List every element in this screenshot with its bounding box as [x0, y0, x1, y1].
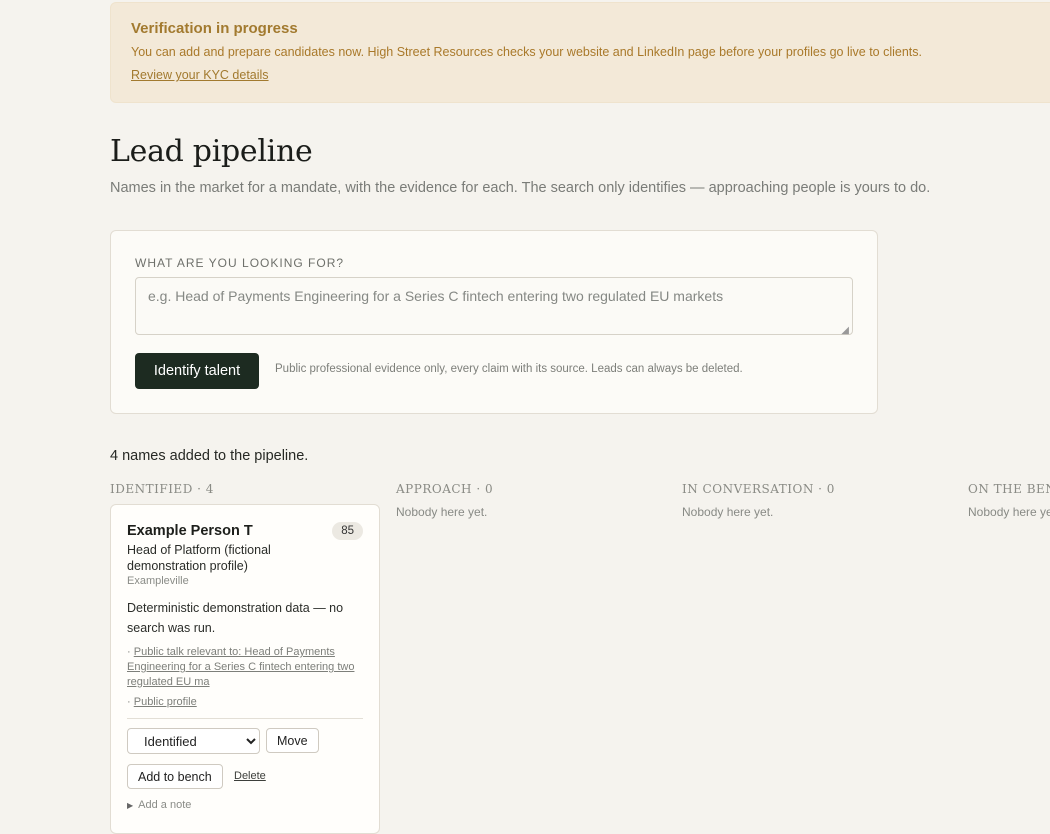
search-card: WHAT ARE YOU LOOKING FOR? ◢ Identify tal… — [110, 230, 878, 414]
column-empty-approach: Nobody here yet. — [396, 505, 488, 519]
lead-summary: Deterministic demonstration data — no se… — [127, 601, 344, 635]
page-subtitle: Names in the market for a mandate, with … — [110, 180, 931, 196]
add-to-bench-button[interactable]: Add to bench — [127, 764, 223, 789]
page-title: Lead pipeline — [110, 134, 313, 169]
banner-title: Verification in progress — [131, 20, 298, 37]
resize-grip-icon[interactable]: ◢ — [841, 325, 849, 336]
card-divider — [127, 718, 363, 719]
search-input[interactable] — [135, 277, 853, 335]
lead-name: Example Person T — [127, 523, 253, 539]
identify-talent-button[interactable]: Identify talent — [135, 353, 259, 389]
search-note: Public professional evidence only, every… — [275, 363, 743, 375]
lead-card: Example Person T 85 Head of Platform (fi… — [110, 504, 380, 834]
evidence-item: · Public talk relevant to: Head of Payme… — [127, 646, 355, 688]
review-kyc-link[interactable]: Review your KYC details — [131, 68, 269, 82]
score-badge: 85 — [332, 522, 363, 540]
search-label: WHAT ARE YOU LOOKING FOR? — [135, 256, 345, 270]
column-header-on-the-bench: ON THE BEN — [968, 482, 1050, 496]
column-empty-in-conversation: Nobody here yet. — [682, 505, 774, 519]
delete-link[interactable]: Delete — [234, 770, 266, 782]
lead-role: Head of Platform (fictional demonstratio… — [127, 543, 271, 573]
evidence-link[interactable]: Public talk relevant to: Head of Payment… — [127, 646, 354, 688]
move-button[interactable]: Move — [266, 728, 319, 753]
verification-banner: Verification in progress You can add and… — [110, 2, 1050, 103]
add-note-label: Add a note — [138, 799, 192, 811]
evidence-item: · Public profile — [127, 696, 197, 708]
lead-location: Exampleville — [127, 575, 189, 587]
column-header-identified: IDENTIFIED · 4 — [110, 482, 214, 496]
column-empty-on-the-bench: Nobody here ye — [968, 505, 1050, 519]
column-header-approach: APPROACH · 0 — [396, 482, 494, 496]
disclosure-triangle-icon: ▶ — [127, 801, 134, 810]
evidence-link[interactable]: Public profile — [134, 696, 197, 708]
add-note-toggle[interactable]: ▶ Add a note — [127, 799, 191, 811]
column-header-in-conversation: IN CONVERSATION · 0 — [682, 482, 835, 496]
stage-select[interactable]: IdentifiedApproachIn conversationOn the … — [127, 728, 260, 754]
status-message: 4 names added to the pipeline. — [110, 448, 309, 464]
banner-text: You can add and prepare candidates now. … — [131, 45, 922, 59]
